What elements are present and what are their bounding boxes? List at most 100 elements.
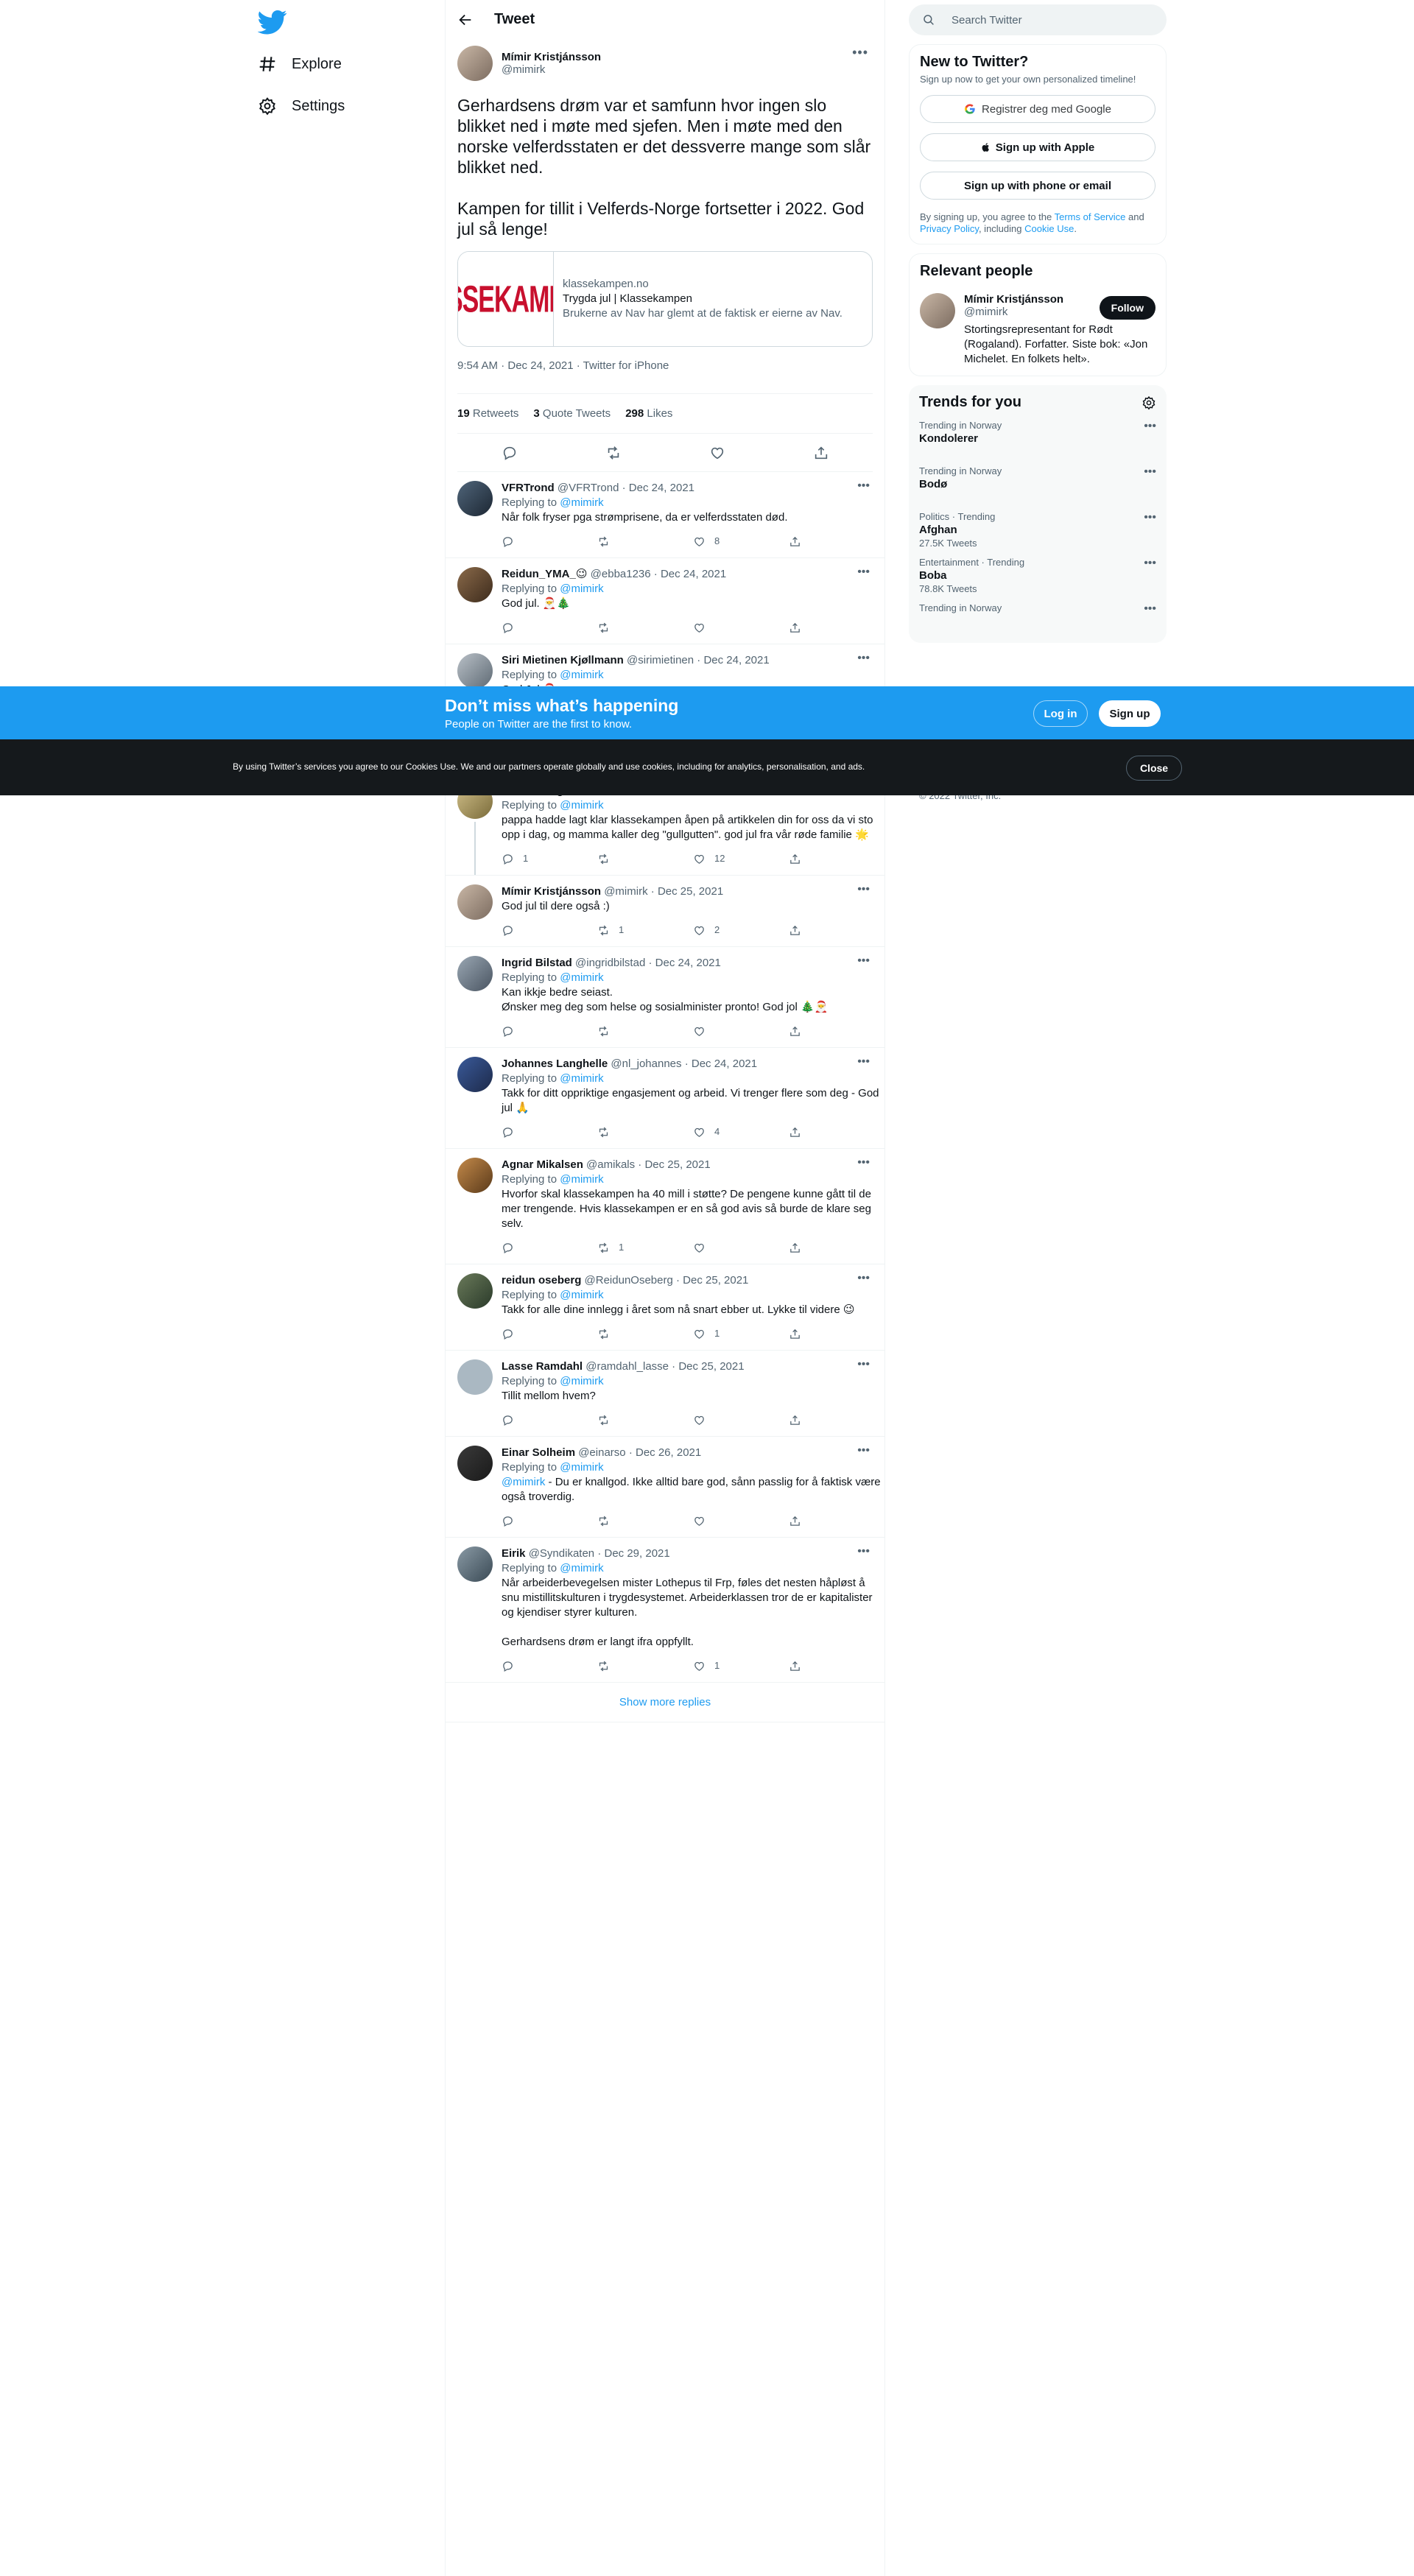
more-options-icon[interactable]: ••• xyxy=(857,1358,870,1371)
mention-link[interactable]: @mimirk xyxy=(502,1476,545,1488)
share-button[interactable] xyxy=(789,1126,884,1139)
more-options-icon[interactable]: ••• xyxy=(1144,557,1156,570)
reply-date[interactable]: Dec 25, 2021 xyxy=(678,1360,744,1373)
avatar[interactable] xyxy=(457,1546,493,1582)
reply-author-handle[interactable]: @amikals xyxy=(586,1158,635,1171)
reply-author-name[interactable]: Mímir Kristjánsson xyxy=(502,885,601,898)
reply-tweet[interactable]: Eirik @Syndikaten · Dec 29, 2021 Replyin… xyxy=(446,1538,884,1683)
reply-date[interactable]: Dec 25, 2021 xyxy=(644,1158,710,1171)
quotes-stat[interactable]: 3 Quote Tweets xyxy=(533,407,611,420)
like-icon[interactable] xyxy=(709,445,725,461)
cookie-close-button[interactable]: Close xyxy=(1126,756,1182,781)
retweet-button[interactable] xyxy=(597,1515,693,1527)
avatar[interactable] xyxy=(457,1359,493,1395)
replying-to-link[interactable]: @mimirk xyxy=(560,496,603,509)
retweet-button[interactable]: 1 xyxy=(597,923,693,937)
reply-author-handle[interactable]: @einarso xyxy=(578,1446,625,1459)
follow-button[interactable]: Follow xyxy=(1099,296,1156,320)
share-icon[interactable] xyxy=(813,445,829,461)
avatar[interactable] xyxy=(457,884,493,920)
reply-tweet[interactable]: Mímir Kristjánsson @mimirk · Dec 25, 202… xyxy=(446,876,884,947)
like-button[interactable]: 8 xyxy=(693,534,789,549)
retweet-button[interactable]: 1 xyxy=(597,1240,693,1255)
twitter-logo-icon[interactable] xyxy=(258,7,287,37)
like-button[interactable] xyxy=(693,1025,789,1038)
author-name[interactable]: Mímir Kristjánsson xyxy=(502,51,601,63)
reply-author-name[interactable]: Siri Mietinen Kjøllmann xyxy=(502,654,624,666)
reply-author-handle[interactable]: @nl_johannes xyxy=(611,1058,681,1070)
reply-button[interactable] xyxy=(502,622,597,634)
more-options-icon[interactable]: ••• xyxy=(1144,420,1156,433)
reply-author-handle[interactable]: @sirimietinen xyxy=(627,654,694,666)
retweet-button[interactable] xyxy=(597,853,693,865)
trend-item[interactable]: Trending in Norway ••• xyxy=(909,594,1167,639)
share-button[interactable] xyxy=(789,1515,884,1527)
retweet-button[interactable] xyxy=(597,1414,693,1426)
reply-button[interactable] xyxy=(502,1025,597,1038)
share-button[interactable] xyxy=(789,1328,884,1340)
reply-tweet[interactable]: Einar Solheim @einarso · Dec 26, 2021 Re… xyxy=(446,1437,884,1538)
more-options-icon[interactable]: ••• xyxy=(857,1055,870,1069)
reply-author-handle[interactable]: @mimirk xyxy=(604,885,647,898)
trend-item[interactable]: Trending in Norway Kondolerer ••• xyxy=(909,411,1167,457)
reply-author-name[interactable]: Lasse Ramdahl xyxy=(502,1360,583,1373)
reply-date[interactable]: Dec 24, 2021 xyxy=(661,568,726,580)
likes-stat[interactable]: 298 Likes xyxy=(625,407,672,420)
apple-signup-button[interactable]: Sign up with Apple xyxy=(920,133,1156,161)
reply-date[interactable]: Dec 24, 2021 xyxy=(629,482,694,494)
nav-explore[interactable]: Explore xyxy=(258,46,342,82)
more-options-icon[interactable]: ••• xyxy=(857,1545,870,1558)
share-button[interactable] xyxy=(789,622,884,634)
reply-button[interactable] xyxy=(502,1328,597,1340)
trend-item[interactable]: Entertainment · Trending Boba 78.8K Twee… xyxy=(909,548,1167,594)
reply-author-name[interactable]: Agnar Mikalsen xyxy=(502,1158,583,1171)
terms-link[interactable]: Terms of Service xyxy=(1055,211,1126,222)
reply-date[interactable]: Dec 29, 2021 xyxy=(605,1547,670,1560)
replying-to-link[interactable]: @mimirk xyxy=(560,1072,603,1085)
reply-button[interactable] xyxy=(502,1126,597,1139)
like-button[interactable]: 1 xyxy=(693,1658,789,1673)
share-button[interactable] xyxy=(789,535,884,548)
cookie-link[interactable]: Cookie Use xyxy=(1024,223,1074,234)
replying-to-link[interactable]: @mimirk xyxy=(560,1461,603,1474)
reply-author-name[interactable]: VFRTrond xyxy=(502,482,555,494)
share-button[interactable] xyxy=(789,924,884,937)
avatar[interactable] xyxy=(457,567,493,602)
reply-author-name[interactable]: Eirik xyxy=(502,1547,526,1560)
reply-author-name[interactable]: Reidun_YMA_😉 xyxy=(502,568,587,580)
avatar[interactable] xyxy=(457,1057,493,1092)
author-handle[interactable]: @mimirk xyxy=(502,63,601,76)
google-signup-button[interactable]: Registrer deg med Google xyxy=(920,95,1156,123)
search-input[interactable]: Search Twitter xyxy=(909,4,1167,35)
trend-item[interactable]: Politics · Trending Afghan 27.5K Tweets … xyxy=(909,502,1167,549)
reply-date[interactable]: Dec 24, 2021 xyxy=(703,654,769,666)
more-options-icon[interactable]: ••• xyxy=(857,1156,870,1169)
more-options-icon[interactable]: ••• xyxy=(857,566,870,579)
reply-button[interactable] xyxy=(502,1414,597,1426)
reply-date[interactable]: Dec 24, 2021 xyxy=(692,1058,757,1070)
replying-to-link[interactable]: @mimirk xyxy=(560,583,603,595)
reply-icon[interactable] xyxy=(502,445,518,461)
retweet-button[interactable] xyxy=(597,622,693,634)
retweet-button[interactable] xyxy=(597,1126,693,1139)
reply-tweet[interactable]: Lasse Ramdahl @ramdahl_lasse · Dec 25, 2… xyxy=(446,1351,884,1437)
reply-date[interactable]: Dec 25, 2021 xyxy=(683,1274,748,1287)
reply-author-name[interactable]: Johannes Langhelle xyxy=(502,1058,608,1070)
reply-author-handle[interactable]: @ebba1236 xyxy=(591,568,651,580)
retweet-button[interactable] xyxy=(597,535,693,548)
more-options-icon[interactable]: ••• xyxy=(857,1444,870,1457)
nav-settings[interactable]: Settings xyxy=(258,88,345,124)
retweet-icon[interactable] xyxy=(605,445,622,461)
reply-tweet[interactable]: Reidun_YMA_😉 @ebba1236 · Dec 24, 2021 Re… xyxy=(446,558,884,644)
like-button[interactable]: 1 xyxy=(693,1326,789,1341)
like-button[interactable] xyxy=(693,1414,789,1426)
like-button[interactable]: 12 xyxy=(693,851,789,866)
avatar[interactable] xyxy=(920,293,955,328)
reply-tweet[interactable]: Johannes Langhelle @nl_johannes · Dec 24… xyxy=(446,1048,884,1149)
replying-to-link[interactable]: @mimirk xyxy=(560,1173,603,1186)
reply-author-handle[interactable]: @VFRTrond xyxy=(557,482,619,494)
trend-item[interactable]: Trending in Norway Bodø ••• xyxy=(909,457,1167,502)
share-button[interactable] xyxy=(789,1242,884,1254)
replying-to-link[interactable]: @mimirk xyxy=(560,799,603,812)
more-options-icon[interactable]: ••• xyxy=(1144,465,1156,479)
